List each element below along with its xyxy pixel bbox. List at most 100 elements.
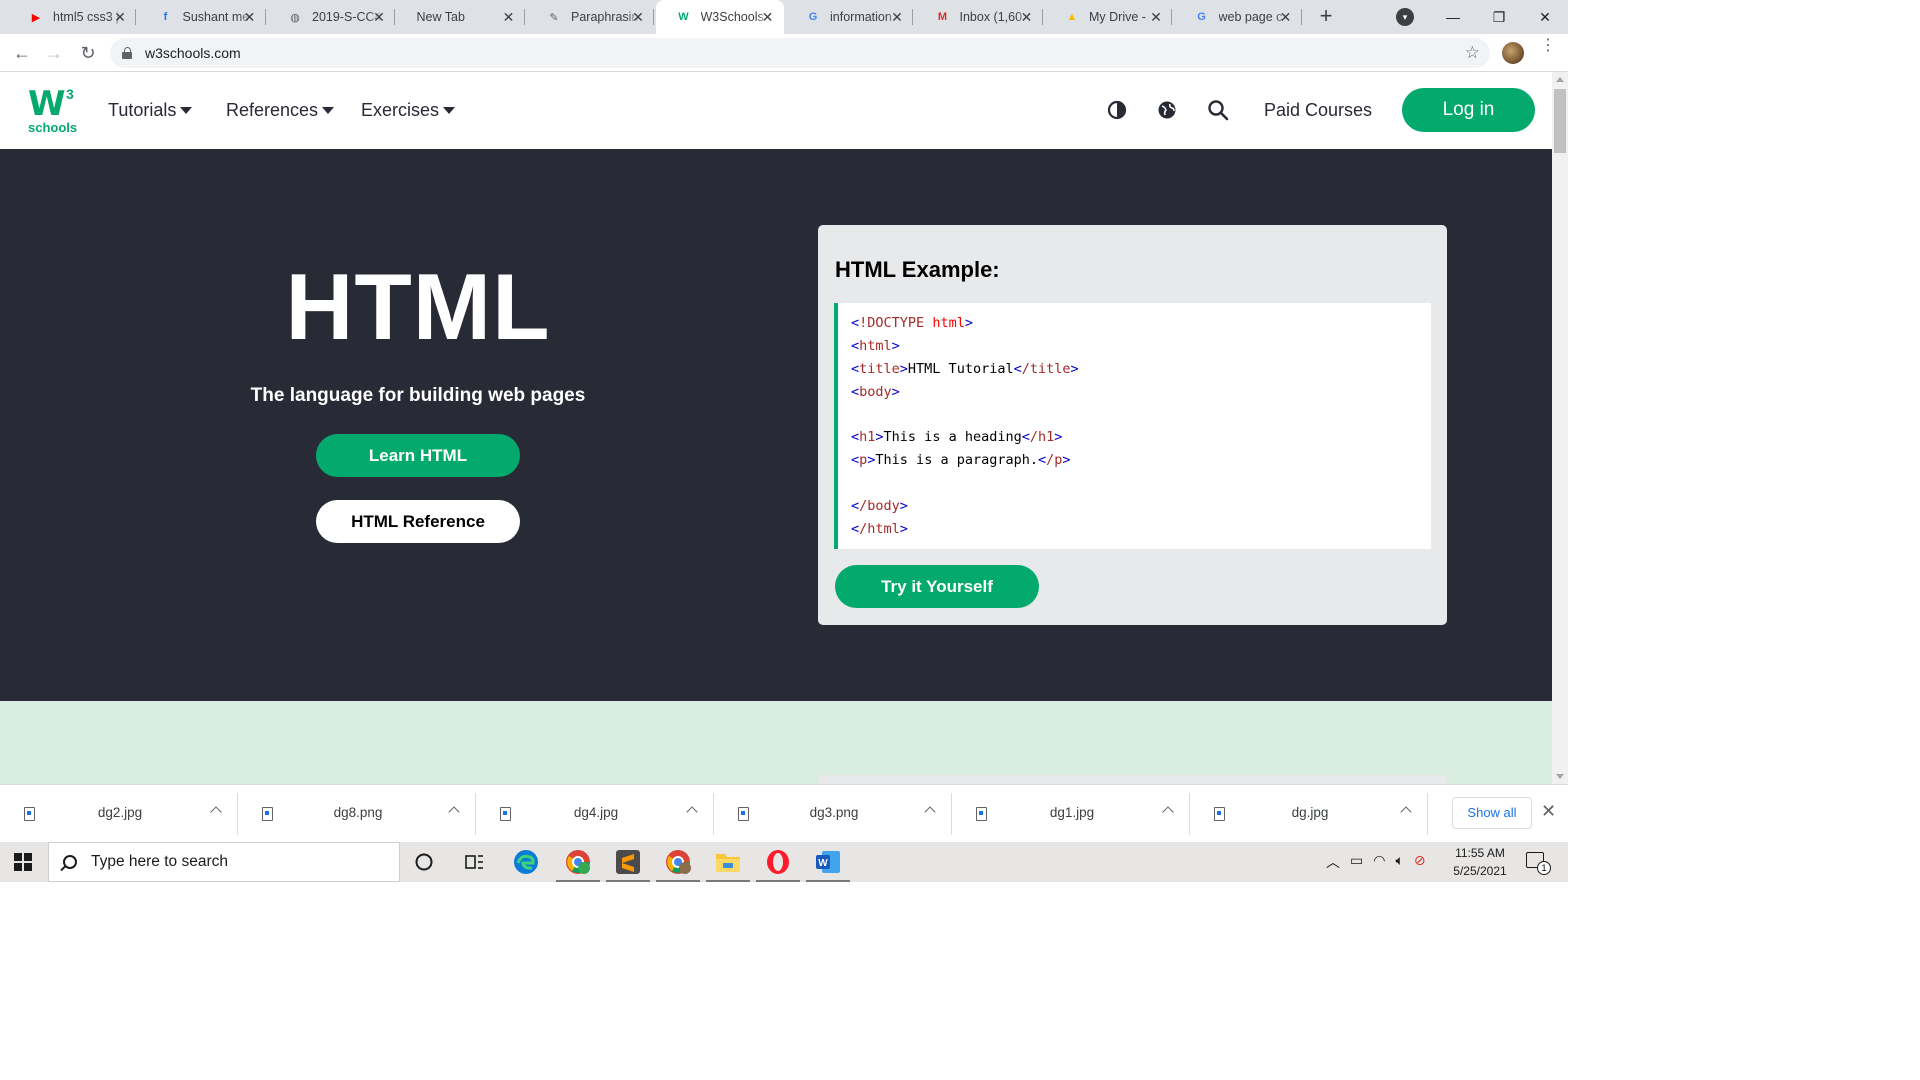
download-item[interactable]: dg4.jpg (476, 789, 714, 839)
taskbar-clock[interactable]: 11:55 AM 5/25/2021 (1446, 844, 1514, 880)
new-tab-button[interactable]: + (1314, 5, 1338, 29)
browser-tab[interactable]: W W3Schools ✕ (655, 0, 784, 34)
download-item[interactable]: dg8.png (238, 789, 476, 839)
reload-icon[interactable]: ↻ (76, 41, 100, 65)
next-section (0, 701, 1552, 784)
edge-icon[interactable] (512, 848, 540, 876)
close-tab-icon[interactable]: ✕ (371, 9, 387, 25)
code-line: <title>HTML Tutorial</title> (851, 360, 1079, 377)
hero-title: HTML (285, 254, 551, 359)
notification-center-icon[interactable]: 1 (1526, 852, 1551, 875)
tray-overflow-icon[interactable]: ︿ (1326, 852, 1340, 872)
close-tab-icon[interactable]: ✕ (1148, 9, 1164, 25)
try-it-yourself-button[interactable]: Try it Yourself (835, 565, 1039, 608)
learn-html-button[interactable]: Learn HTML (316, 434, 520, 477)
task-view-icon[interactable] (460, 848, 488, 876)
browser-tab[interactable]: ▲ My Drive - ✕ (1044, 0, 1172, 34)
taskbar-search[interactable]: Type here to search (48, 842, 400, 882)
nav-references[interactable]: References (226, 100, 335, 121)
login-button[interactable]: Log in (1402, 88, 1535, 132)
chevron-up-icon[interactable] (448, 806, 460, 818)
battery-icon[interactable]: ▭ (1350, 852, 1363, 872)
word-icon[interactable]: W (806, 848, 850, 882)
lock-icon[interactable] (122, 47, 133, 59)
back-icon[interactable]: ← (10, 41, 34, 65)
browser-tab[interactable]: f Sushant me ✕ (138, 0, 266, 34)
chrome-profile-icon[interactable] (556, 848, 600, 882)
download-filename: dg3.png (809, 805, 859, 820)
close-tab-icon[interactable]: ✕ (242, 9, 258, 25)
paid-courses-link[interactable]: Paid Courses (1264, 100, 1372, 121)
drive-icon: ▲ (1066, 11, 1078, 23)
cortana-icon[interactable] (410, 848, 438, 876)
browser-tab[interactable]: M Inbox (1,60 ✕ (915, 0, 1043, 34)
page-scrollbar[interactable] (1552, 72, 1568, 784)
wifi-icon[interactable]: ◠ (1373, 852, 1385, 872)
html-reference-button[interactable]: HTML Reference (316, 500, 520, 543)
download-item[interactable]: dg1.jpg (952, 789, 1190, 839)
address-bar[interactable]: w3schools.com ☆ (110, 38, 1490, 68)
w3schools-logo[interactable]: W 3 schools (28, 86, 78, 135)
scroll-down-icon[interactable] (1556, 774, 1564, 779)
chevron-up-icon[interactable] (1400, 806, 1412, 818)
close-tab-icon[interactable]: ✕ (1278, 9, 1294, 25)
close-window-icon[interactable]: ✕ (1522, 0, 1568, 34)
close-tab-icon[interactable]: ✕ (501, 9, 517, 25)
globe-icon[interactable] (1156, 99, 1178, 121)
tab-search-icon[interactable]: ▾ (1396, 8, 1414, 26)
nav-exercises[interactable]: Exercises (361, 100, 456, 121)
restore-icon[interactable]: ❐ (1476, 0, 1522, 34)
scrollbar-thumb[interactable] (1554, 89, 1566, 153)
contrast-icon[interactable] (1106, 99, 1128, 121)
minimize-icon[interactable]: — (1430, 0, 1476, 34)
w3schools-icon: W (678, 11, 689, 23)
search-icon (63, 855, 77, 869)
close-tab-icon[interactable]: ✕ (630, 9, 646, 25)
download-item[interactable]: dg2.jpg (0, 789, 238, 839)
download-item[interactable]: dg3.png (714, 789, 952, 839)
image-file-icon (262, 807, 273, 821)
onedrive-sync-icon[interactable]: ⊘ (1414, 852, 1426, 872)
forward-icon[interactable]: → (42, 41, 66, 65)
sublime-text-icon[interactable] (606, 848, 650, 882)
close-download-shelf-icon[interactable]: ✕ (1541, 801, 1556, 822)
browser-tab[interactable]: ✎ Paraphrasin ✕ (526, 0, 654, 34)
chevron-up-icon[interactable] (686, 806, 698, 818)
profile-avatar[interactable] (1502, 42, 1524, 64)
image-file-icon (24, 807, 35, 821)
nav-tutorials[interactable]: Tutorials (108, 100, 193, 121)
gmail-icon: M (937, 11, 948, 23)
svg-text:W: W (818, 858, 828, 869)
tab-separator (264, 9, 266, 25)
close-tab-icon[interactable]: ✕ (112, 9, 128, 25)
close-tab-icon[interactable]: ✕ (889, 9, 905, 25)
caret-down-icon (443, 107, 456, 114)
chevron-up-icon[interactable] (924, 806, 936, 818)
browser-tab[interactable]: Gweb page c ✕ (1174, 0, 1302, 34)
volume-icon[interactable]: 🔈︎ (1395, 852, 1403, 872)
close-tab-icon[interactable]: ✕ (1019, 9, 1035, 25)
chevron-up-icon[interactable] (210, 806, 222, 818)
url-text[interactable]: w3schools.com (145, 45, 241, 61)
bookmark-star-icon[interactable]: ☆ (1465, 43, 1480, 63)
browser-tab[interactable]: Ginformation ✕ (785, 0, 913, 34)
browser-tab[interactable]: ◍ 2019-S-CC4 ✕ (267, 0, 395, 34)
windows-start-icon[interactable] (14, 853, 32, 871)
download-item[interactable]: dg.jpg (1190, 789, 1428, 839)
nav-exercises-label: Exercises (361, 100, 440, 120)
opera-icon[interactable] (756, 848, 800, 882)
image-file-icon (500, 807, 511, 821)
file-explorer-icon[interactable] (706, 848, 750, 882)
code-line: <!DOCTYPE html> (851, 315, 973, 331)
scroll-up-icon[interactable] (1556, 77, 1564, 82)
logo-superscript: 3 (66, 86, 74, 102)
search-icon[interactable] (1207, 99, 1229, 121)
browser-tab[interactable]: ▶ html5 css3 j ✕ (8, 0, 136, 34)
browser-tab[interactable]: New Tab ✕ (397, 0, 525, 34)
chevron-up-icon[interactable] (1162, 806, 1174, 818)
tab-separator (135, 9, 136, 25)
close-tab-icon[interactable]: ✕ (760, 9, 776, 25)
browser-menu-icon[interactable]: ⋮ (1540, 38, 1556, 54)
chrome-icon[interactable] (656, 848, 700, 882)
show-all-downloads-button[interactable]: Show all (1452, 797, 1532, 829)
